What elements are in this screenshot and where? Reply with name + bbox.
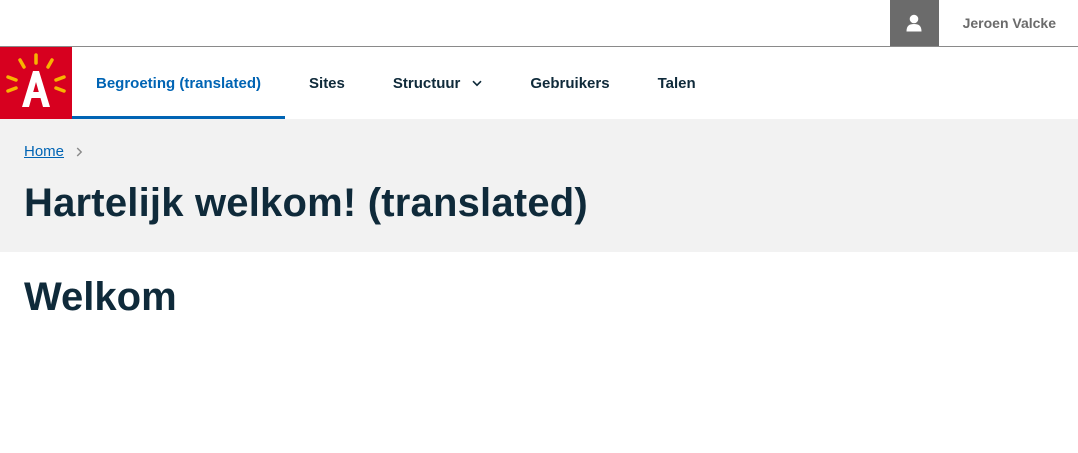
section-title: Welkom <box>24 275 177 319</box>
user-name[interactable]: Jeroen Valcke <box>939 0 1078 46</box>
nav-item-talen[interactable]: Talen <box>634 47 720 119</box>
nav-item-label: Structuur <box>392 74 461 92</box>
page-title: Hartelijk welkom! (translated) <box>24 181 588 225</box>
user-icon <box>906 14 922 32</box>
nav-item-sites[interactable]: Sites <box>285 47 369 119</box>
breadcrumb: Home <box>24 143 83 160</box>
logo-icon <box>6 53 66 107</box>
nav-item-structuur[interactable]: Structuur <box>369 47 507 119</box>
main-navigation: Begroeting (translated) Sites Structuur … <box>0 47 1078 119</box>
chevron-right-icon <box>76 147 83 157</box>
page-header: Home Hartelijk welkom! (translated) <box>0 119 1078 252</box>
antwerp-logo[interactable] <box>0 47 72 119</box>
chevron-down-icon <box>472 80 482 87</box>
user-menu[interactable]: Jeroen Valcke <box>889 0 1078 46</box>
nav-item-label: Talen <box>657 74 696 92</box>
nav-item-gebruikers[interactable]: Gebruikers <box>506 47 633 119</box>
avatar[interactable] <box>889 0 939 46</box>
nav-item-begroeting[interactable]: Begroeting (translated) <box>72 47 286 119</box>
breadcrumb-home-link[interactable]: Home <box>24 143 64 160</box>
nav-items: Begroeting (translated) Sites Structuur … <box>72 47 720 119</box>
nav-item-label: Sites <box>309 74 345 92</box>
top-user-bar: Jeroen Valcke <box>0 0 1078 47</box>
nav-item-label: Gebruikers <box>530 74 610 92</box>
nav-item-label: Begroeting (translated) <box>96 74 262 92</box>
